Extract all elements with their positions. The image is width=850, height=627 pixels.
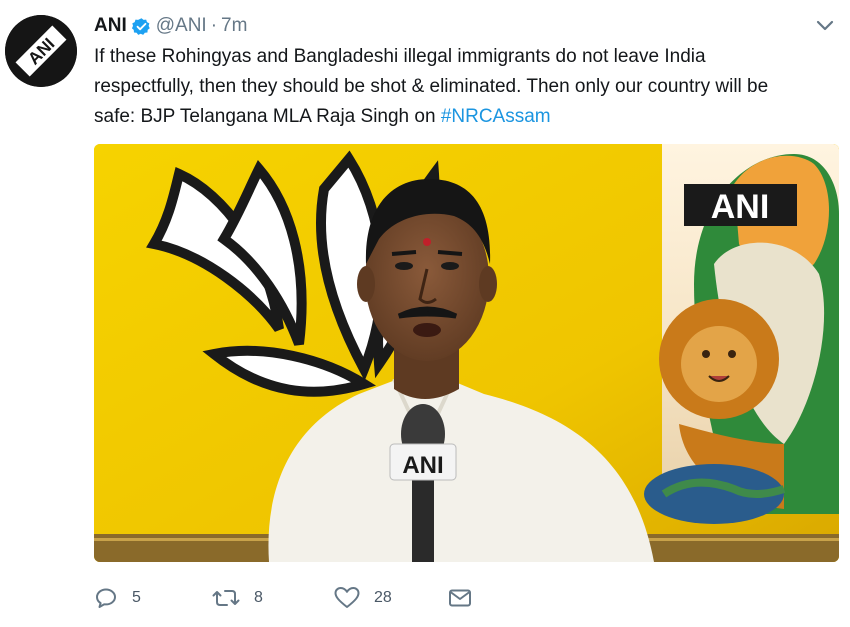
author-name[interactable]: ANI — [94, 15, 127, 37]
retweet-button[interactable]: 8 — [212, 583, 263, 613]
verified-badge-icon — [131, 17, 151, 36]
like-count: 28 — [374, 589, 392, 606]
tweet-header: ANI @ANI · 7m — [94, 14, 247, 38]
tweet-text-line: If these Rohingyas and Bangladeshi illeg… — [94, 46, 706, 67]
author-handle[interactable]: @ANI — [156, 15, 207, 37]
ani-logo-icon: ANI — [5, 15, 77, 87]
retweet-count: 8 — [254, 589, 263, 606]
reply-button[interactable]: 5 — [94, 583, 141, 613]
retweet-icon — [212, 590, 240, 606]
tweet-timestamp[interactable]: 7m — [221, 15, 247, 37]
hashtag-link[interactable]: #NRCAssam — [441, 106, 551, 127]
ani-watermark: ANI — [711, 188, 770, 226]
reply-icon — [96, 588, 116, 608]
header-separator: · — [210, 15, 218, 36]
mic-flag-label: ANI — [402, 452, 443, 479]
envelope-icon — [449, 589, 471, 607]
chevron-down-icon[interactable] — [815, 18, 835, 32]
reply-count: 5 — [132, 589, 141, 606]
tweet-text-line: respectfully, then they should be shot &… — [94, 76, 769, 97]
tweet-text-line: safe: BJP Telangana MLA Raja Singh on #N… — [94, 102, 839, 132]
direct-message-button[interactable] — [448, 583, 472, 613]
tweet-text: If these Rohingyas and Bangladeshi illeg… — [94, 42, 839, 132]
heart-icon — [334, 587, 360, 608]
tweet-text-segment: safe: BJP Telangana MLA Raja Singh on — [94, 106, 441, 127]
tweet-actions: 5 8 28 — [94, 583, 834, 613]
tweet-card: ANI ANI @ANI · 7m If these Rohingyas and… — [0, 0, 850, 627]
avatar[interactable]: ANI — [5, 15, 77, 87]
tweet-media-image[interactable]: ANI ANI — [94, 144, 839, 562]
like-button[interactable]: 28 — [334, 583, 392, 613]
